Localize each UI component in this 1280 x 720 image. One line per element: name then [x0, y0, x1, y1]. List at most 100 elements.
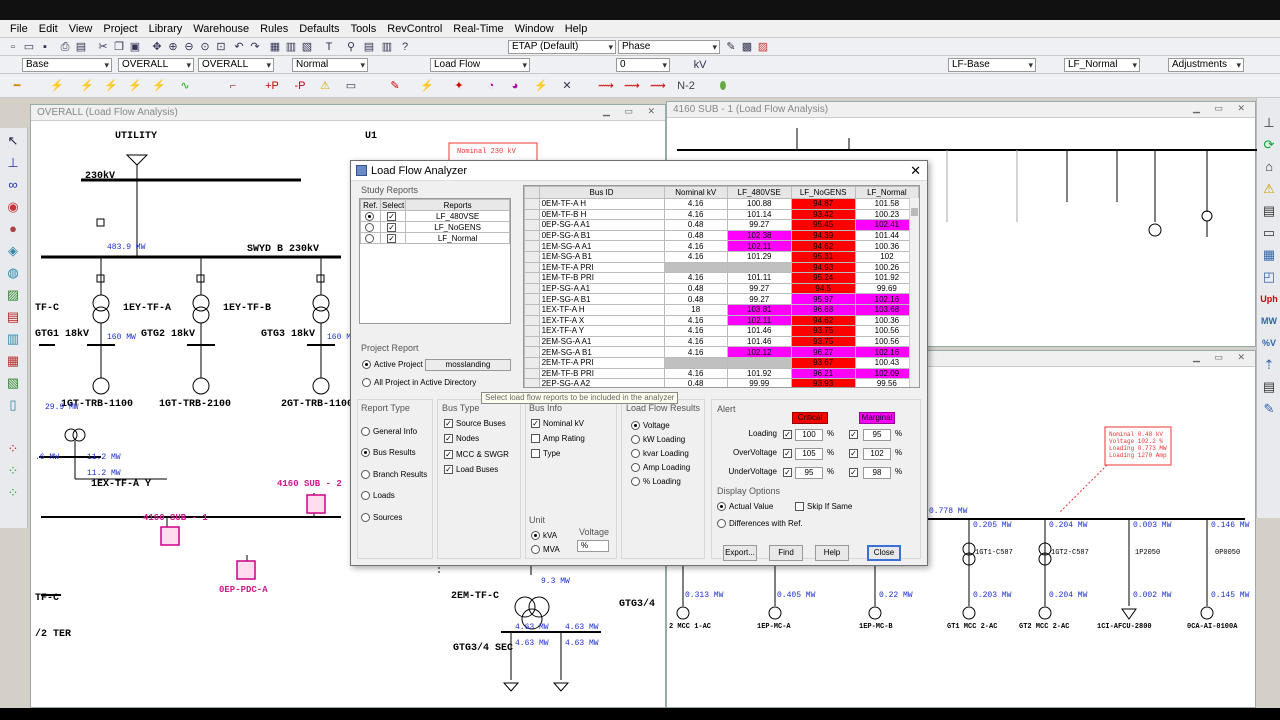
grid-row[interactable]: 2EM-SG-A A1 4.16 101.46 93.75 100.56: [524, 335, 919, 348]
plus-p-icon[interactable]: +P: [262, 79, 282, 93]
alert-marginal-checkbox[interactable]: ✓: [849, 449, 858, 458]
find-button[interactable]: Find: [769, 545, 803, 561]
chart-icon[interactable]: ▩: [740, 40, 754, 54]
grid-row[interactable]: 2EM-SG-A B1 4.16 102.12 96.27 102.16: [524, 346, 919, 358]
bus-type-source-buses[interactable]: ✓ Source Buses: [444, 419, 506, 429]
battery-icon[interactable]: ⬮: [716, 79, 730, 93]
pan-icon[interactable]: ✥: [150, 40, 164, 54]
hyperlink-icon[interactable]: ⚲: [344, 40, 358, 54]
lf-result-kvar-loading[interactable]: kvar Loading: [631, 449, 689, 459]
alert-critical-checkbox[interactable]: ✓: [783, 468, 792, 477]
menu-edit[interactable]: Edit: [39, 23, 58, 35]
grid-row[interactable]: 0EM-TF-A H 4.16 100.88 94.87 101.58: [524, 198, 919, 210]
report-type-general-info[interactable]: General Info: [361, 427, 417, 437]
ref-radio[interactable]: [360, 210, 381, 222]
row-header[interactable]: [524, 198, 540, 210]
report-type-branch-results[interactable]: Branch Results: [361, 470, 427, 480]
ref-radio[interactable]: [360, 221, 381, 233]
bus-type-nodes[interactable]: ✓ Nodes: [444, 434, 479, 444]
copy-icon[interactable]: ❐: [112, 40, 126, 54]
zoom-out-icon[interactable]: ⊖: [182, 40, 196, 54]
active-project-option[interactable]: Active Project: [362, 360, 423, 370]
menu-help[interactable]: Help: [565, 23, 588, 35]
output-report-select[interactable]: LF_Normal: [1064, 58, 1140, 72]
help-button[interactable]: Help: [815, 545, 849, 561]
row-header[interactable]: [524, 346, 540, 358]
grid-header-1[interactable]: Nominal kV: [663, 186, 728, 199]
motor-icon[interactable]: ◔: [484, 79, 498, 93]
library-icon[interactable]: ▤: [362, 40, 376, 54]
unit-mva-option[interactable]: MVA: [531, 545, 560, 555]
overall-select-1[interactable]: OVERALL: [118, 58, 194, 72]
report-type-sources[interactable]: Sources: [361, 513, 402, 523]
study-case-select[interactable]: LF-Base: [948, 58, 1036, 72]
uph-icon[interactable]: Uph: [1260, 290, 1278, 308]
menu-file[interactable]: File: [10, 23, 28, 35]
panel-icon[interactable]: ▥: [4, 330, 22, 348]
fault-icon[interactable]: ⚡: [534, 79, 548, 93]
grid-row[interactable]: 1EM-SG-A B1 4.16 101.29 95.31 102: [524, 250, 919, 263]
menu-rules[interactable]: Rules: [260, 23, 288, 35]
run-load-flow-4-icon[interactable]: ⚡: [128, 79, 142, 93]
row-header[interactable]: [524, 208, 540, 221]
report-row[interactable]: ✓ LF_NoGENS: [360, 221, 510, 233]
menu-revcontrol[interactable]: RevControl: [387, 23, 442, 35]
row-header[interactable]: [524, 335, 540, 348]
adjustments-select[interactable]: Adjustments: [1168, 58, 1244, 72]
paste-icon[interactable]: ▣: [128, 40, 142, 54]
config-select[interactable]: ETAP (Default): [508, 40, 616, 54]
warning-icon[interactable]: ⚠: [318, 79, 332, 93]
print-icon[interactable]: ⎙: [58, 40, 72, 54]
grid-icon[interactable]: ▦: [268, 40, 282, 54]
menu-real-time[interactable]: Real-Time: [453, 23, 503, 35]
preview-icon[interactable]: ▤: [74, 40, 88, 54]
voltage-unit-select[interactable]: %: [577, 540, 609, 552]
grid-row[interactable]: 1EX-TF-A X 4.16 102.11 94.62 100.36: [524, 314, 919, 327]
grid-scrollbar[interactable]: [909, 198, 919, 387]
cut-icon[interactable]: ✂: [96, 40, 110, 54]
all-project-radio[interactable]: [362, 378, 371, 388]
redo-icon[interactable]: ↷: [248, 40, 262, 54]
alert-critical-checkbox[interactable]: ✓: [783, 449, 792, 458]
zero-input[interactable]: 0: [616, 58, 670, 72]
unit-kva-option[interactable]: kVA: [531, 531, 557, 541]
grid-row[interactable]: 1EM-TF-A PRI 94.93 100.26: [524, 261, 919, 274]
lock-icon[interactable]: ▥: [380, 40, 394, 54]
run-load-flow-icon[interactable]: ⚡: [50, 79, 64, 93]
row-header[interactable]: [524, 229, 540, 242]
alert-critical-input[interactable]: 105: [795, 448, 823, 460]
menu-defaults[interactable]: Defaults: [299, 23, 339, 35]
bus-plot-icon[interactable]: ◰: [1260, 268, 1278, 286]
relay-icon[interactable]: ▤: [4, 308, 22, 326]
study-reports-table[interactable]: Ref. Select Reports ✓ LF_480VSE ✓ LF_NoGENS ✓ L…: [359, 198, 511, 324]
bus-type-load-buses[interactable]: ✓ Load Buses: [444, 465, 498, 475]
report-row[interactable]: ✓ LF_480VSE: [360, 210, 510, 222]
contingency-icon[interactable]: ⟿: [598, 79, 614, 93]
save-icon[interactable]: ▪: [38, 40, 52, 54]
row-header[interactable]: [524, 325, 540, 337]
transformer-icon[interactable]: ∞: [4, 176, 22, 194]
grid-header-2[interactable]: LF_480VSE: [726, 186, 792, 199]
grid-scroll-thumb[interactable]: [911, 208, 918, 216]
percent-v-icon[interactable]: %V: [1260, 334, 1278, 352]
edit-report-icon[interactable]: ✎: [1260, 400, 1278, 418]
bus-info-nominal-kv[interactable]: ✓ Nominal kV: [531, 419, 584, 429]
alert-view-icon[interactable]: ✦: [452, 79, 466, 93]
contingency-3-icon[interactable]: ⟿: [650, 79, 666, 93]
all-project-option[interactable]: All Project in Active Directory: [362, 378, 476, 388]
dialog-close-icon[interactable]: ✕: [910, 163, 921, 179]
grid-row[interactable]: 2EM-TF-B PRI 4.16 101.92 96.21 102.09: [524, 367, 919, 380]
alert-critical-checkbox[interactable]: ✓: [783, 430, 792, 439]
plot-icon[interactable]: ▦: [1260, 246, 1278, 264]
ref-radio[interactable]: [360, 232, 381, 244]
contingency-2-icon[interactable]: ⟿: [624, 79, 640, 93]
grid-row[interactable]: 1EM-SG-A A1 4.16 102.11 94.62 100.36: [524, 240, 919, 252]
lf-result-amp-loading[interactable]: Amp Loading: [631, 463, 690, 473]
row-header[interactable]: [524, 272, 540, 284]
grid-header-0[interactable]: Bus ID: [538, 186, 665, 199]
green-dots-icon[interactable]: ⁘: [4, 462, 22, 480]
menu-tools[interactable]: Tools: [351, 23, 377, 35]
globe-icon[interactable]: ◍: [4, 264, 22, 282]
grid-row[interactable]: 0EP-SG-A A1 0.48 99.27 95.45 102.41: [524, 219, 919, 231]
bus-results-grid[interactable]: Bus ID Nominal kV LF_480VSE LF_NoGENS LF_Nor…: [523, 185, 920, 388]
